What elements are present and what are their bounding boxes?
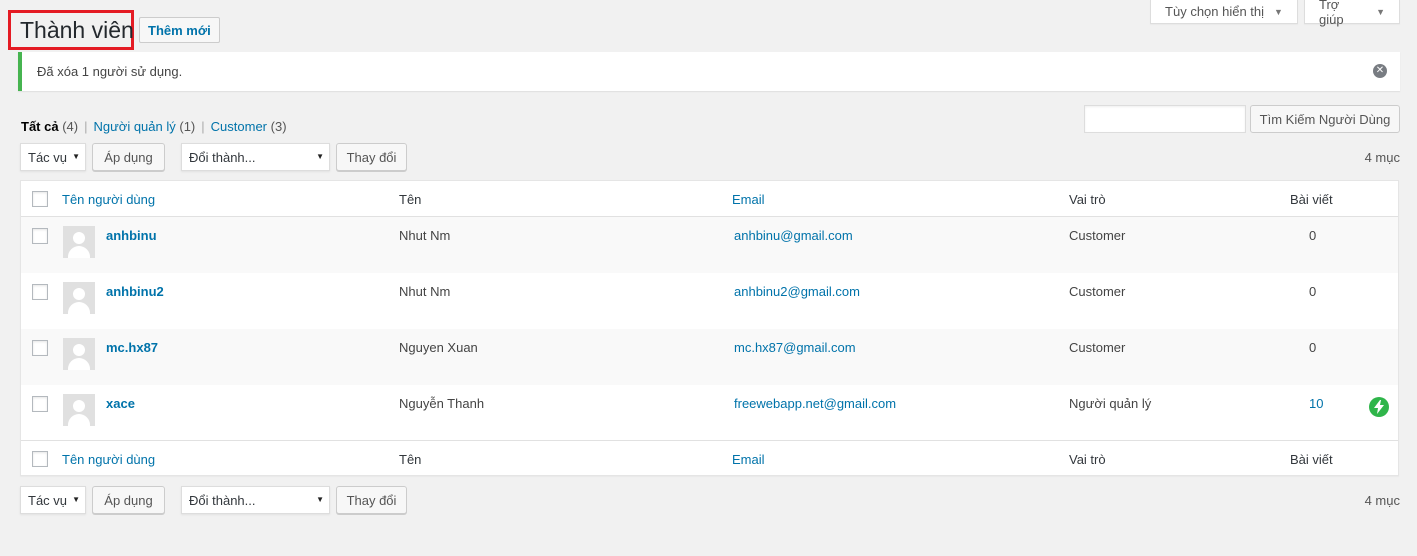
column-role: Vai trò xyxy=(1069,452,1106,467)
triangle-down-icon: ▼ xyxy=(1274,6,1283,17)
column-username[interactable]: Tên người dùng xyxy=(62,452,155,467)
change-role-select[interactable]: Đổi thành... ▼ xyxy=(181,143,330,171)
tablenav-top: Tác vụ ▼ Áp dụng Đổi thành... ▼ Thay đổi 4… xyxy=(20,143,1400,171)
items-count: 4 mục xyxy=(1364,493,1400,508)
username-link[interactable]: mc.hx87 xyxy=(106,340,158,355)
user-role: Customer xyxy=(1069,340,1126,355)
caret-down-icon: ▼ xyxy=(316,152,324,161)
avatar xyxy=(63,226,95,258)
page-title-highlight: Thành viên xyxy=(8,10,134,50)
user-name: Nhut Nm xyxy=(399,228,451,243)
filter-all[interactable]: Tất cả (4) xyxy=(21,119,78,134)
help-label: Trợ giúp xyxy=(1319,0,1344,27)
tablenav-bottom: Tác vụ ▼ Áp dụng Đổi thành... ▼ Thay đổi 4… xyxy=(20,486,1400,514)
select-all-checkbox[interactable] xyxy=(32,191,48,207)
lightning-bolt-icon xyxy=(1369,397,1389,417)
items-count: 4 mục xyxy=(1364,150,1400,165)
user-email[interactable]: anhbinu2@gmail.com xyxy=(734,284,860,299)
column-posts: Bài viết xyxy=(1290,452,1333,467)
dismiss-icon[interactable]: ✕ xyxy=(1373,64,1387,78)
column-email[interactable]: Email xyxy=(732,452,765,467)
bulk-action-select[interactable]: Tác vụ ▼ xyxy=(20,143,86,171)
username-link[interactable]: anhbinu2 xyxy=(106,284,164,299)
row-checkbox[interactable] xyxy=(32,340,48,356)
screen-meta: Tùy chọn hiển thị ▼ Trợ giúp ▼ xyxy=(1150,0,1400,27)
apply-button[interactable]: Áp dụng xyxy=(92,486,165,514)
row-checkbox[interactable] xyxy=(32,284,48,300)
table-row: xace Nguyễn Thanh freewebapp.net@gmail.c… xyxy=(21,385,1398,441)
search-input[interactable] xyxy=(1084,105,1246,133)
user-role-filters: Tất cả (4) | Người quản lý (1) | Customer (3… xyxy=(21,119,287,134)
user-posts: 0 xyxy=(1309,340,1317,355)
table-header: Tên người dùng Tên Email Vai trò Bài viế… xyxy=(21,181,1398,217)
avatar xyxy=(63,394,95,426)
notice-message: Đã xóa 1 người sử dụng. xyxy=(37,64,183,79)
add-new-button[interactable]: Thêm mới xyxy=(139,17,220,43)
screen-options-button[interactable]: Tùy chọn hiển thị ▼ xyxy=(1150,0,1298,24)
change-role-button[interactable]: Thay đổi xyxy=(336,143,407,171)
user-posts[interactable]: 10 xyxy=(1309,396,1323,411)
column-name: Tên xyxy=(399,452,422,467)
user-email[interactable]: mc.hx87@gmail.com xyxy=(734,340,856,355)
bulk-action-select[interactable]: Tác vụ ▼ xyxy=(20,486,86,514)
select-all-checkbox[interactable] xyxy=(32,451,48,467)
help-button[interactable]: Trợ giúp ▼ xyxy=(1304,0,1400,27)
users-table: Tên người dùng Tên Email Vai trò Bài viế… xyxy=(20,180,1399,476)
avatar xyxy=(63,282,95,314)
apply-button[interactable]: Áp dụng xyxy=(92,143,165,171)
table-row: anhbinu Nhut Nm anhbinu@gmail.com Custom… xyxy=(21,217,1398,273)
table-footer: Tên người dùng Tên Email Vai trò Bài viế… xyxy=(21,440,1398,476)
user-name: Nhut Nm xyxy=(399,284,451,299)
column-email[interactable]: Email xyxy=(732,192,765,207)
filter-administrator[interactable]: Người quản lý (1) xyxy=(93,119,195,134)
page-title: Thành viên xyxy=(20,16,134,43)
user-name: Nguyễn Thanh xyxy=(399,396,485,411)
row-checkbox[interactable] xyxy=(32,396,48,412)
triangle-down-icon: ▼ xyxy=(1376,6,1385,17)
success-notice: Đã xóa 1 người sử dụng. ✕ xyxy=(18,52,1400,91)
avatar xyxy=(63,338,95,370)
screen-options-label: Tùy chọn hiển thị xyxy=(1165,4,1265,19)
column-role: Vai trò xyxy=(1069,192,1106,207)
caret-down-icon: ▼ xyxy=(72,152,80,161)
username-link[interactable]: xace xyxy=(106,396,135,411)
table-row: mc.hx87 Nguyen Xuan mc.hx87@gmail.com Cu… xyxy=(21,329,1398,385)
column-name: Tên xyxy=(399,192,422,207)
table-row: anhbinu2 Nhut Nm anhbinu2@gmail.com Cust… xyxy=(21,273,1398,329)
user-role: Người quản lý xyxy=(1069,396,1152,411)
user-email[interactable]: anhbinu@gmail.com xyxy=(734,228,853,243)
caret-down-icon: ▼ xyxy=(72,495,80,504)
user-role: Customer xyxy=(1069,284,1126,299)
change-role-select[interactable]: Đổi thành... ▼ xyxy=(181,486,330,514)
user-role: Customer xyxy=(1069,228,1126,243)
filter-customer[interactable]: Customer (3) xyxy=(211,119,287,134)
search-users-button[interactable]: Tìm Kiếm Người Dùng xyxy=(1250,105,1400,133)
column-username[interactable]: Tên người dùng xyxy=(62,192,155,207)
username-link[interactable]: anhbinu xyxy=(106,228,157,243)
caret-down-icon: ▼ xyxy=(316,495,324,504)
user-name: Nguyen Xuan xyxy=(399,340,478,355)
user-email[interactable]: freewebapp.net@gmail.com xyxy=(734,396,896,411)
change-role-button[interactable]: Thay đổi xyxy=(336,486,407,514)
user-posts: 0 xyxy=(1309,228,1317,243)
user-posts: 0 xyxy=(1309,284,1317,299)
row-checkbox[interactable] xyxy=(32,228,48,244)
column-posts: Bài viết xyxy=(1290,192,1333,207)
